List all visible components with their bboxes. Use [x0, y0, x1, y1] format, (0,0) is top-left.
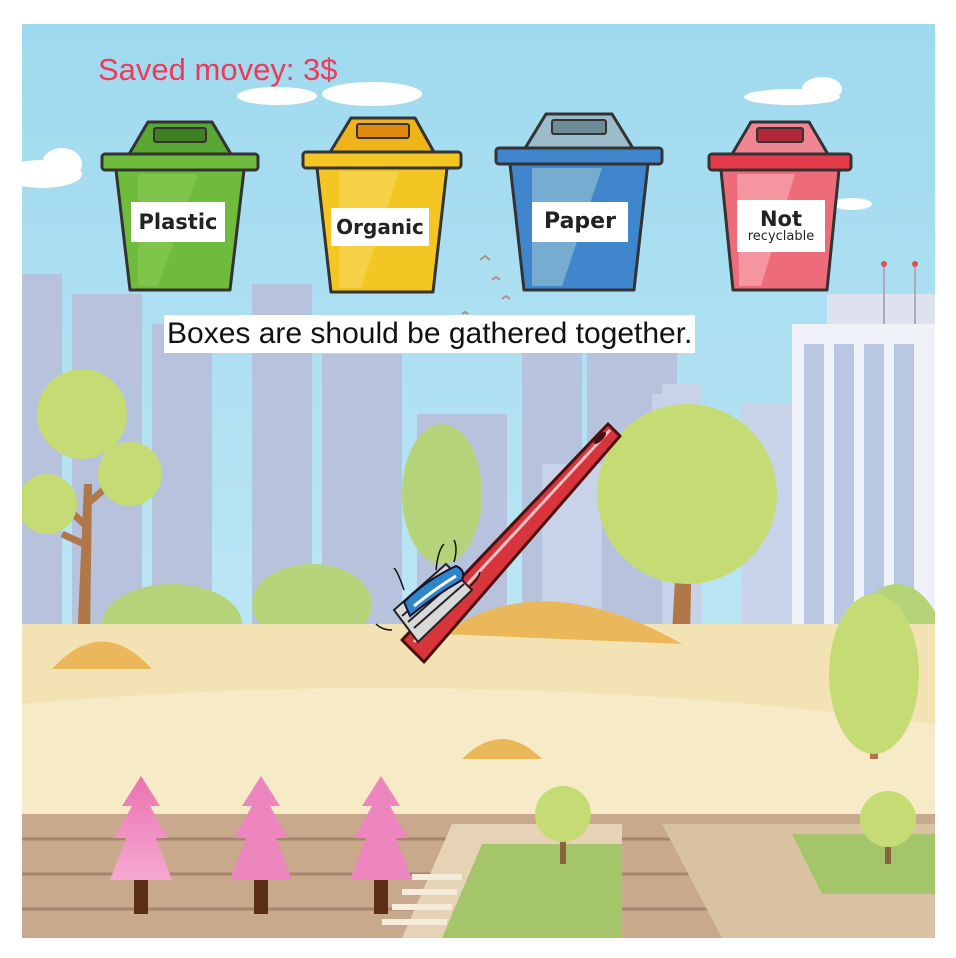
- not-recyclable-bin[interactable]: Not recyclable: [705, 116, 855, 294]
- bin-label-recyclable: recyclable: [747, 229, 815, 245]
- game-scene: Saved movey: 3$ Plastic Organic Paper No…: [22, 24, 935, 938]
- pink-tree: [350, 776, 412, 914]
- bin-label-paper: Paper: [532, 202, 628, 242]
- trash-bin-icon: [301, 116, 463, 294]
- paper-bin[interactable]: Paper: [492, 108, 666, 294]
- toothbrush-icon: [375, 422, 622, 664]
- plastic-bin[interactable]: Plastic: [98, 114, 262, 294]
- trash-bin-icon: [494, 112, 664, 292]
- bin-label-not-recyclable: Not recyclable: [737, 200, 825, 252]
- pink-tree: [230, 776, 292, 914]
- hint-message: Boxes are should be gathered together.: [164, 315, 696, 353]
- bin-label-organic: Organic: [331, 208, 429, 246]
- saved-money-counter: Saved movey: 3$: [98, 52, 338, 87]
- pink-tree: [110, 776, 172, 914]
- bin-label-plastic: Plastic: [131, 202, 225, 242]
- waste-item-toothbrush[interactable]: [374, 420, 624, 675]
- bin-label-not: Not: [759, 207, 803, 232]
- organic-bin[interactable]: Organic: [299, 112, 465, 296]
